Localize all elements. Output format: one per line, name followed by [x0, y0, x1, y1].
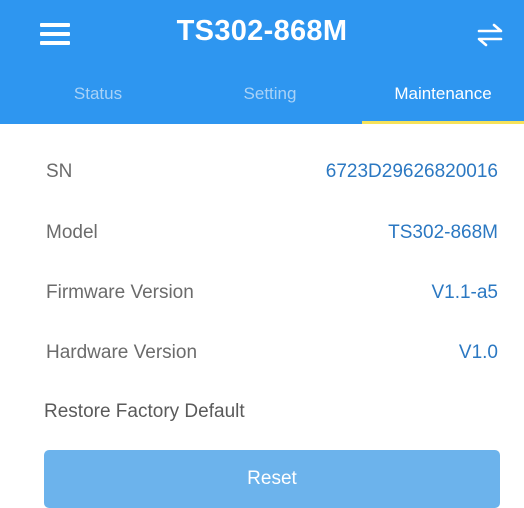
hardware-version-label: Hardware Version [46, 342, 198, 363]
maintenance-screen: TS302-868M Status Setting Maintenance SN… [0, 0, 524, 508]
app-header: TS302-868M Status Setting Maintenance [0, 0, 524, 124]
firmware-version-label: Firmware Version [46, 282, 194, 303]
sn-row: SN 6723D29626820016 [46, 154, 498, 190]
tab-setting[interactable]: Setting [164, 72, 376, 124]
reset-button[interactable]: Reset [44, 450, 500, 508]
swap-arrows-icon[interactable] [475, 22, 505, 48]
tab-bar: Status Setting Maintenance [0, 72, 524, 124]
model-value: TS302-868M [388, 222, 498, 243]
model-label: Model [46, 222, 98, 243]
page-title: TS302-868M [176, 15, 348, 47]
hardware-version-value: V1.0 [458, 342, 498, 363]
sn-value: 6723D29626820016 [325, 161, 498, 182]
model-row: Model TS302-868M [46, 215, 498, 251]
sn-label: SN [46, 161, 73, 182]
tab-maintenance[interactable]: Maintenance [362, 72, 524, 124]
firmware-version-row: Firmware Version V1.1-a5 [46, 275, 498, 311]
restore-factory-default-label: Restore Factory Default [44, 401, 245, 422]
hardware-version-row: Hardware Version V1.0 [46, 335, 498, 371]
tab-maintenance-label: Maintenance [394, 84, 492, 103]
active-tab-indicator [362, 121, 524, 124]
firmware-version-value: V1.1-a5 [431, 282, 498, 303]
